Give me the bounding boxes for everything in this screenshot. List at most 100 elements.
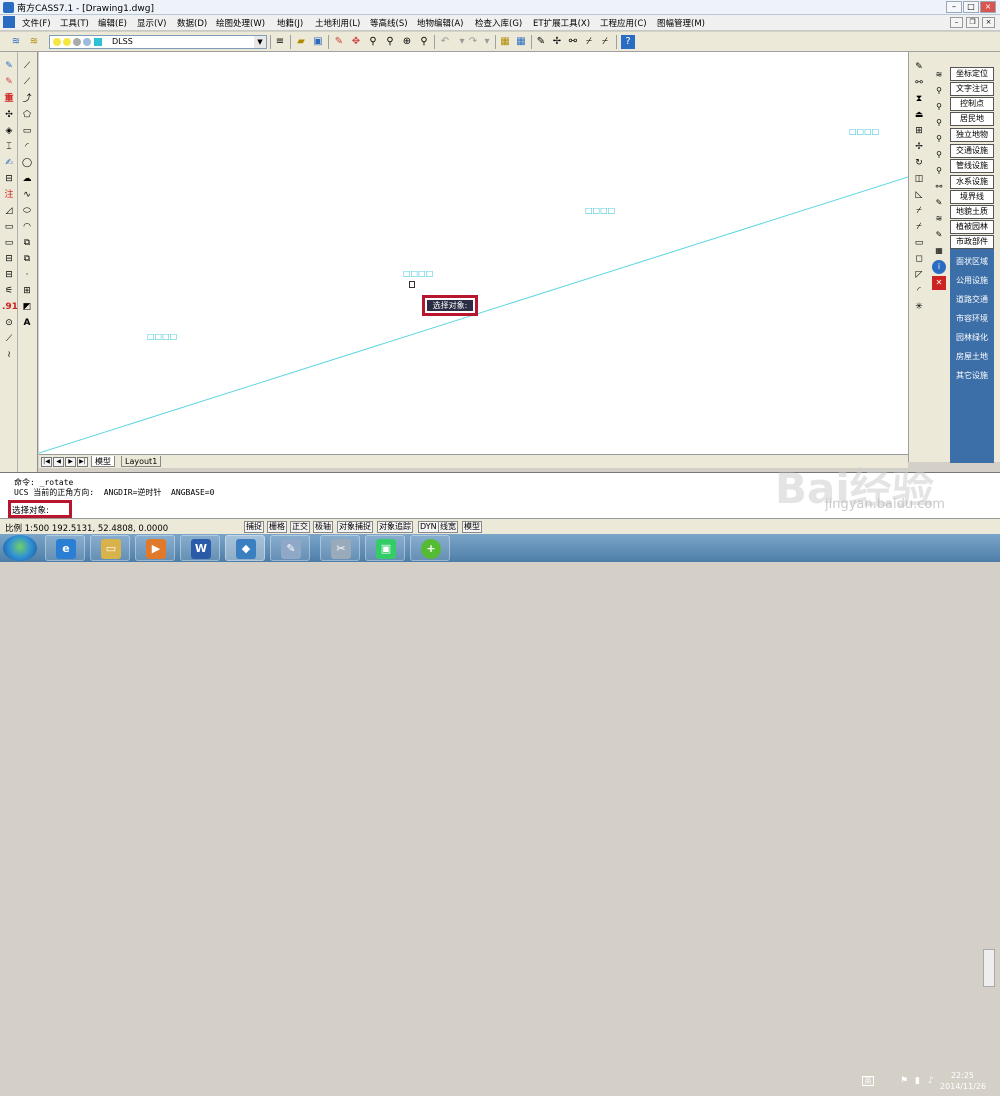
circle-point-icon[interactable]: ⊙ (2, 316, 16, 330)
taskbar-clock[interactable]: 22:25 2014/11/26 (940, 1070, 986, 1092)
extend-tool-icon[interactable]: ⌿ (912, 220, 926, 234)
mirror-icon[interactable]: ⧗ (912, 92, 926, 106)
zoom-previous-icon[interactable]: ⚲ (417, 35, 431, 49)
category-button[interactable]: 管线设施 (950, 159, 994, 173)
search-icon[interactable]: ⚲ (932, 100, 946, 114)
rect-icon[interactable]: ▭ (2, 220, 16, 234)
search-icon[interactable]: ⚲ (932, 132, 946, 146)
menu-engineering[interactable]: 工程应用(C) (600, 17, 647, 29)
dim-icon[interactable]: ⊟ (2, 252, 16, 266)
category-button[interactable]: 坐标定位 (950, 67, 994, 81)
taskbar-media[interactable]: ▶ (135, 535, 175, 561)
join-icon[interactable]: ◻ (912, 252, 926, 266)
curve-icon[interactable]: ≀ (2, 348, 16, 362)
move-icon[interactable]: ✢ (550, 35, 564, 49)
menu-land-use[interactable]: 土地利用(L) (315, 17, 360, 29)
precision-icon[interactable]: .91 (2, 300, 18, 314)
search-icon[interactable]: ⚲ (932, 164, 946, 178)
chevron-down-icon[interactable]: ▼ (254, 36, 266, 48)
menu-contour[interactable]: 等高线(S) (370, 17, 408, 29)
doc-restore-button[interactable]: ❐ (966, 17, 979, 28)
arc-icon[interactable]: ◜ (20, 140, 34, 154)
line-tool-icon[interactable]: ⟋ (20, 59, 34, 73)
menu-view[interactable]: 显示(V) (137, 17, 166, 29)
copy-icon[interactable]: ⚯ (912, 76, 926, 90)
subcategory-item[interactable]: 公用设施 (950, 275, 994, 286)
search-icon[interactable]: ⚲ (932, 84, 946, 98)
layer-icon[interactable]: ≋ (932, 212, 946, 226)
layer-icon[interactable]: ≋ (932, 68, 946, 82)
menu-feature-edit[interactable]: 地物编辑(A) (417, 17, 463, 29)
maximize-button[interactable]: □ (963, 1, 979, 13)
otrack-toggle[interactable]: 对象追踪 (377, 521, 413, 533)
menu-file[interactable]: 文件(F) (22, 17, 51, 29)
make-block-icon[interactable]: ⧉ (20, 252, 34, 266)
snap-icon[interactable]: ✣ (2, 108, 16, 122)
array-icon[interactable]: ⊞ (912, 124, 926, 138)
taskbar-word[interactable]: W (180, 535, 220, 561)
category-button[interactable]: 交通设施 (950, 144, 994, 158)
last-tab-button[interactable]: ▶| (77, 457, 88, 467)
osnap-toggle[interactable]: 对象捕捉 (337, 521, 373, 533)
edit-icon[interactable]: ✎ (932, 228, 946, 242)
tab-model[interactable]: 模型 (91, 456, 115, 467)
subcategory-item[interactable]: 市容环境 (950, 313, 994, 324)
volume-icon[interactable]: ♪ (928, 1076, 934, 1086)
menu-et-tools[interactable]: ET扩展工具(X) (533, 17, 590, 29)
trim-tool-icon[interactable]: ⌿ (912, 204, 926, 218)
menu-edit[interactable]: 编辑(E) (98, 17, 127, 29)
properties-icon[interactable]: ▦ (498, 35, 512, 49)
menu-check[interactable]: 检查入库(G) (475, 17, 522, 29)
measure-icon[interactable]: ◈ (2, 124, 16, 138)
ortho-toggle[interactable]: 正交 (290, 521, 310, 533)
polar-toggle[interactable]: 极轴 (313, 521, 333, 533)
hatch-tool-icon[interactable]: ⊞ (20, 284, 34, 298)
network-icon[interactable]: ▮ (915, 1076, 920, 1086)
command-scrollbar[interactable] (983, 949, 995, 987)
rectangle-icon[interactable]: ▭ (20, 124, 34, 138)
search-icon[interactable]: ⚲ (932, 116, 946, 130)
menu-sheet[interactable]: 图幅管理(M) (657, 17, 705, 29)
mtext-icon[interactable]: A (20, 316, 34, 330)
rotate-icon[interactable]: ↻ (912, 156, 926, 170)
category-button[interactable]: 地貌土质 (950, 205, 994, 219)
insert-block-icon[interactable]: ⧉ (20, 236, 34, 250)
model-toggle[interactable]: 模型 (462, 521, 482, 533)
doc-minimize-button[interactable]: – (950, 17, 963, 28)
taskbar-tool[interactable]: ✂ (320, 535, 360, 561)
move-tool-icon[interactable]: ✢ (912, 140, 926, 154)
menu-tools[interactable]: 工具(T) (60, 17, 89, 29)
menu-drawing[interactable]: 绘图处理(W) (216, 17, 265, 29)
close-icon[interactable]: ✕ (932, 276, 946, 290)
undo-icon[interactable]: ↶ (438, 35, 452, 49)
taskbar-screen[interactable]: ▣ (365, 535, 405, 561)
subcategory-item[interactable]: 房屋土地 (950, 351, 994, 362)
open-icon[interactable]: ▰ (294, 35, 308, 49)
snap-toggle[interactable]: 捕捉 (244, 521, 264, 533)
table-icon[interactable]: ▦ (932, 244, 946, 258)
taskbar-paint[interactable]: ✎ (270, 535, 310, 561)
pencil-icon[interactable]: ✎ (332, 35, 346, 49)
edit-icon[interactable]: ✎ (534, 35, 548, 49)
polyline-icon[interactable]: ◿ (2, 204, 16, 218)
layer-state-icon[interactable]: ≋ (27, 35, 41, 49)
map-label[interactable]: □□□□ (147, 332, 177, 341)
command-prompt[interactable]: 选择对象: (12, 504, 49, 516)
help-icon[interactable]: ? (621, 35, 635, 49)
menu-cadastre[interactable]: 地籍(J) (277, 17, 303, 29)
subcategory-item[interactable]: 园林绿化 (950, 332, 994, 343)
map-label[interactable]: □□□□ (849, 127, 879, 136)
taskbar-ie[interactable]: e (45, 535, 85, 561)
redo-icon[interactable]: ↷ (466, 35, 480, 49)
taskbar-explorer[interactable]: ▭ (90, 535, 130, 561)
category-button[interactable]: 植被园林 (950, 220, 994, 234)
annotation-icon[interactable]: 注 (2, 188, 16, 202)
redo-dropdown-icon[interactable]: ▾ (480, 35, 494, 49)
taskbar-addon[interactable]: + (410, 535, 450, 561)
line-icon[interactable]: ⟋ (2, 332, 16, 346)
layers-icon[interactable]: ≋ (9, 35, 23, 49)
grid-icon[interactable]: ⊟ (2, 268, 16, 282)
next-tab-button[interactable]: ▶ (65, 457, 76, 467)
category-button[interactable]: 居民地 (950, 112, 994, 126)
query-icon[interactable]: ✎ (2, 75, 16, 89)
